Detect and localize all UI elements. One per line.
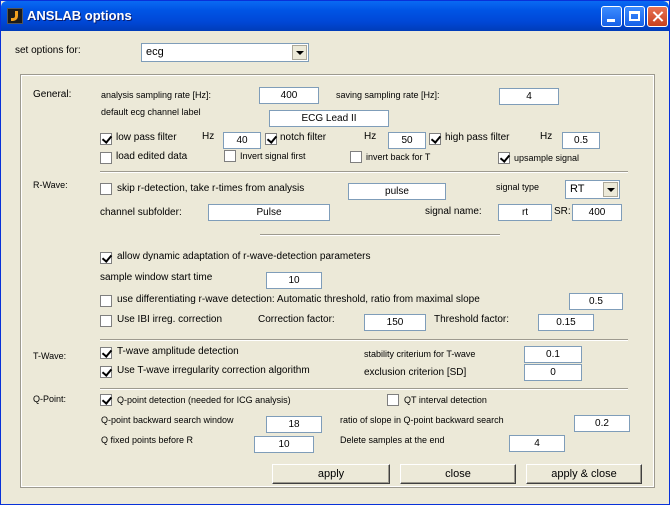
twave-amplitude-checkbox[interactable] bbox=[100, 347, 112, 359]
notch-input[interactable]: 50 bbox=[388, 132, 426, 149]
upsample-label: upsample signal bbox=[514, 153, 580, 163]
fixed-points-label: Q fixed points before R bbox=[101, 435, 194, 445]
channel-subfolder-label: channel subfolder: bbox=[100, 207, 182, 218]
divider bbox=[100, 171, 628, 173]
twave-section-label: T-Wave: bbox=[33, 351, 67, 361]
twave-amplitude-label: T-wave amplitude detection bbox=[117, 346, 239, 357]
matlab-logo-icon bbox=[7, 8, 23, 24]
load-edited-label: load edited data bbox=[116, 151, 188, 162]
divider bbox=[100, 339, 628, 341]
channel-label-label: default ecg channel label bbox=[101, 107, 201, 117]
threshold-factor-input[interactable]: 0.15 bbox=[538, 314, 594, 331]
ibi-correction-checkbox[interactable] bbox=[100, 315, 112, 327]
invert-first-checkbox[interactable] bbox=[224, 150, 236, 162]
apply-close-button[interactable]: apply & close bbox=[526, 464, 642, 484]
stability-label: stability criterium for T-wave bbox=[364, 349, 476, 359]
set-options-label: set options for: bbox=[15, 45, 81, 56]
notch-label: notch filter bbox=[280, 132, 327, 143]
delete-samples-input[interactable]: 4 bbox=[509, 435, 565, 452]
sr-input[interactable]: 400 bbox=[572, 204, 622, 221]
signal-name-input[interactable]: rt bbox=[498, 204, 552, 221]
slope-ratio-input[interactable]: 0.2 bbox=[574, 415, 630, 432]
minimize-button[interactable] bbox=[601, 6, 622, 27]
load-edited-checkbox[interactable] bbox=[100, 152, 112, 164]
high-pass-label: high pass filter bbox=[445, 132, 510, 143]
divider bbox=[100, 388, 628, 390]
upsample-checkbox[interactable] bbox=[498, 152, 510, 164]
saving-rate-label: saving sampling rate [Hz]: bbox=[336, 90, 440, 100]
invert-back-checkbox[interactable] bbox=[350, 151, 362, 163]
correction-factor-input[interactable]: 150 bbox=[364, 314, 426, 331]
qt-interval-label: QT interval detection bbox=[404, 395, 487, 405]
exclusion-label: exclusion criterion [SD] bbox=[364, 367, 467, 378]
channel-label-input[interactable]: ECG Lead II bbox=[269, 110, 389, 127]
invert-first-label: Invert signal first bbox=[240, 151, 306, 161]
analysis-rate-label: analysis sampling rate [Hz]: bbox=[101, 90, 212, 100]
high-pass-hz-label: Hz bbox=[540, 131, 553, 142]
close-window-button[interactable] bbox=[647, 6, 668, 27]
qpoint-section-label: Q-Point: bbox=[33, 394, 67, 404]
skip-rdetection-checkbox[interactable] bbox=[100, 183, 112, 195]
low-pass-input[interactable]: 40 bbox=[223, 132, 261, 149]
general-section-label: General: bbox=[33, 89, 72, 100]
title-bar[interactable]: ANSLAB options bbox=[1, 1, 669, 31]
signal-type-value: RT bbox=[570, 183, 585, 195]
analysis-rate-input[interactable]: 400 bbox=[259, 87, 319, 104]
fixed-points-input[interactable]: 10 bbox=[254, 436, 314, 453]
delete-samples-label: Delete samples at the end bbox=[340, 435, 445, 445]
channel-subfolder-input[interactable]: Pulse bbox=[208, 204, 330, 221]
set-options-value: ecg bbox=[146, 46, 164, 58]
qpoint-detection-checkbox[interactable] bbox=[100, 394, 112, 406]
signal-type-label: signal type bbox=[496, 182, 540, 192]
saving-rate-input[interactable]: 4 bbox=[499, 88, 559, 105]
sr-label: SR: bbox=[554, 206, 571, 217]
chevron-down-icon[interactable] bbox=[603, 182, 618, 197]
low-pass-hz-label: Hz bbox=[202, 131, 215, 142]
close-button[interactable]: close bbox=[400, 464, 516, 484]
twave-irregularity-checkbox[interactable] bbox=[100, 366, 112, 378]
signal-name-label: signal name: bbox=[425, 206, 482, 217]
backward-window-label: Q-point backward search window bbox=[101, 415, 234, 425]
dynamic-adaptation-label: allow dynamic adaptation of r-wave-detec… bbox=[117, 251, 371, 262]
window-title: ANSLAB options bbox=[27, 8, 132, 23]
differentiating-checkbox[interactable] bbox=[100, 295, 112, 307]
invert-back-label: invert back for T bbox=[366, 152, 431, 162]
correction-factor-label: Correction factor: bbox=[258, 314, 335, 325]
sample-window-label: sample window start time bbox=[100, 272, 213, 283]
stability-input[interactable]: 0.1 bbox=[524, 346, 582, 363]
skip-source-input[interactable]: pulse bbox=[348, 183, 446, 200]
chevron-down-icon[interactable] bbox=[292, 45, 307, 60]
exclusion-input[interactable]: 0 bbox=[524, 364, 582, 381]
ibi-correction-label: Use IBI irreg. correction bbox=[117, 314, 223, 325]
notch-hz-label: Hz bbox=[364, 131, 377, 142]
twave-irregularity-label: Use T-wave irregularity correction algor… bbox=[117, 365, 310, 376]
slope-ratio-label: ratio of slope in Q-point backward searc… bbox=[340, 415, 504, 425]
backward-window-input[interactable]: 18 bbox=[266, 416, 322, 433]
threshold-factor-label: Threshold factor: bbox=[434, 314, 510, 325]
differentiating-input[interactable]: 0.5 bbox=[569, 293, 623, 310]
dynamic-adaptation-checkbox[interactable] bbox=[100, 252, 112, 264]
set-options-select[interactable]: ecg bbox=[141, 43, 309, 62]
high-pass-input[interactable]: 0.5 bbox=[562, 132, 600, 149]
high-pass-checkbox[interactable] bbox=[429, 133, 441, 145]
notch-checkbox[interactable] bbox=[265, 133, 277, 145]
rwave-section-label: R-Wave: bbox=[33, 180, 68, 190]
maximize-button[interactable] bbox=[624, 6, 645, 27]
qpoint-detection-label: Q-point detection (needed for ICG analys… bbox=[117, 395, 291, 405]
options-window: ANSLAB options set options for: ecg Gene… bbox=[0, 0, 670, 505]
signal-type-select[interactable]: RT bbox=[565, 180, 620, 199]
differentiating-label: use differentiating r-wave detection: Au… bbox=[117, 294, 480, 305]
apply-button[interactable]: apply bbox=[272, 464, 390, 484]
sample-window-input[interactable]: 10 bbox=[266, 272, 322, 289]
low-pass-checkbox[interactable] bbox=[100, 133, 112, 145]
skip-rdetection-label: skip r-detection, take r-times from anal… bbox=[117, 183, 305, 194]
qt-interval-checkbox[interactable] bbox=[387, 394, 399, 406]
client-area: set options for: ecg General: analysis s… bbox=[4, 31, 666, 503]
low-pass-label: low pass filter bbox=[116, 132, 177, 143]
divider bbox=[260, 234, 500, 236]
